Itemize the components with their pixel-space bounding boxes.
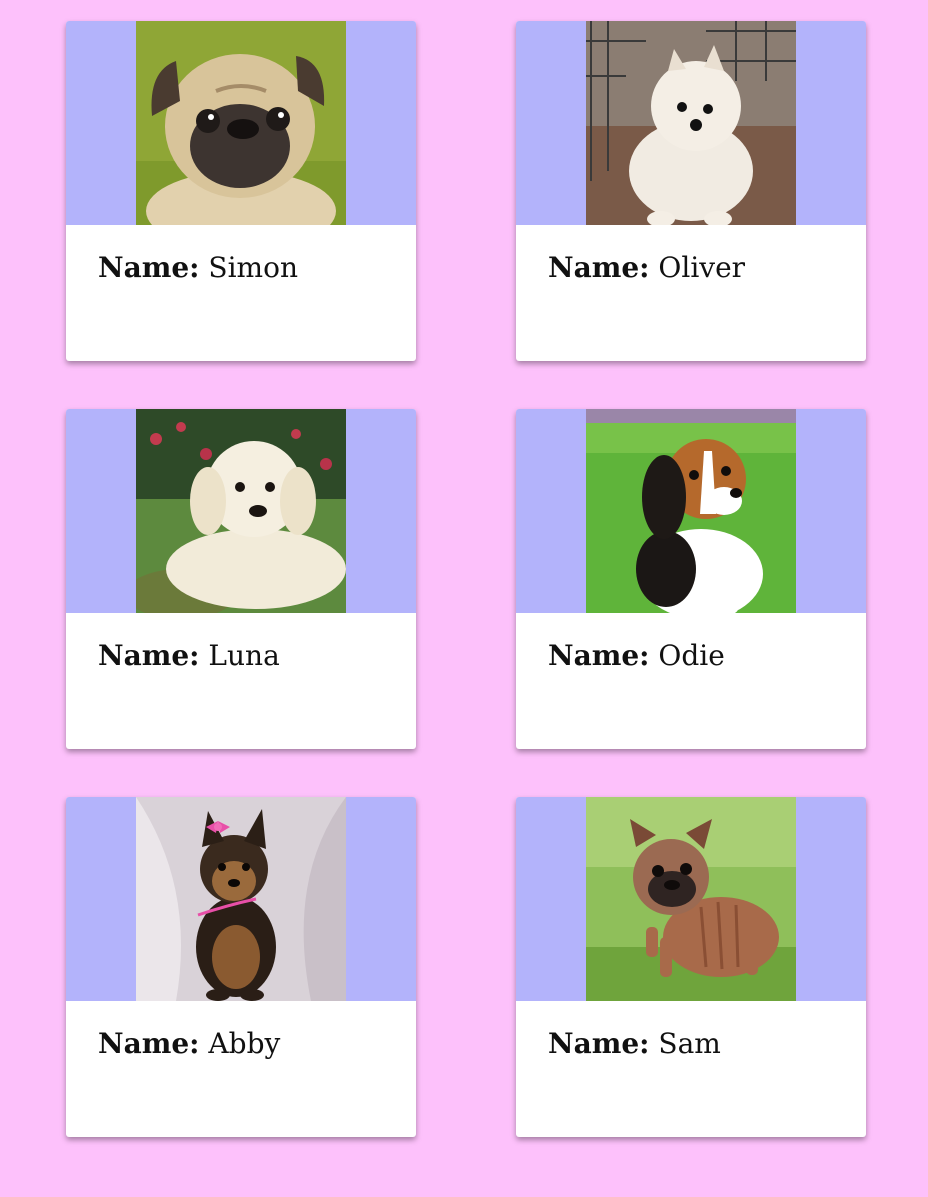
beagle-photo — [586, 409, 796, 613]
dog-card[interactable]: Name: Abby — [66, 797, 416, 1137]
photo-band — [66, 797, 416, 1001]
dog-card[interactable]: Name: Simon — [66, 21, 416, 361]
photo-band — [66, 21, 416, 225]
name-label: Name: — [548, 251, 650, 284]
dog-name: Odie — [658, 639, 725, 672]
french-bulldog-photo — [586, 797, 796, 1001]
name-label: Name: — [548, 639, 650, 672]
dog-name: Simon — [208, 251, 298, 284]
dog-card[interactable]: Name: Oliver — [516, 21, 866, 361]
dog-name: Sam — [658, 1027, 721, 1060]
photo-band — [516, 409, 866, 613]
photo-band — [66, 409, 416, 613]
photo-band — [516, 21, 866, 225]
dog-name-line: Name: Simon — [98, 251, 298, 284]
name-label: Name: — [98, 251, 200, 284]
pug-photo — [136, 21, 346, 225]
dog-name: Oliver — [658, 251, 746, 284]
dog-name-line: Name: Oliver — [548, 251, 745, 284]
name-label: Name: — [98, 639, 200, 672]
name-label: Name: — [548, 1027, 650, 1060]
name-label: Name: — [98, 1027, 200, 1060]
dog-name-line: Name: Luna — [98, 639, 280, 672]
photo-band — [516, 797, 866, 1001]
dog-card-grid: Name: Simon Name: Oliver Name: Luna Name… — [66, 21, 866, 1137]
dog-card[interactable]: Name: Sam — [516, 797, 866, 1137]
dog-name-line: Name: Sam — [548, 1027, 721, 1060]
dog-name-line: Name: Odie — [548, 639, 725, 672]
dog-name: Luna — [208, 639, 280, 672]
dog-card[interactable]: Name: Luna — [66, 409, 416, 749]
pomeranian-photo — [586, 21, 796, 225]
golden-retriever-photo — [136, 409, 346, 613]
yorkie-photo — [136, 797, 346, 1001]
dog-name: Abby — [208, 1027, 281, 1060]
dog-card[interactable]: Name: Odie — [516, 409, 866, 749]
dog-name-line: Name: Abby — [98, 1027, 280, 1060]
